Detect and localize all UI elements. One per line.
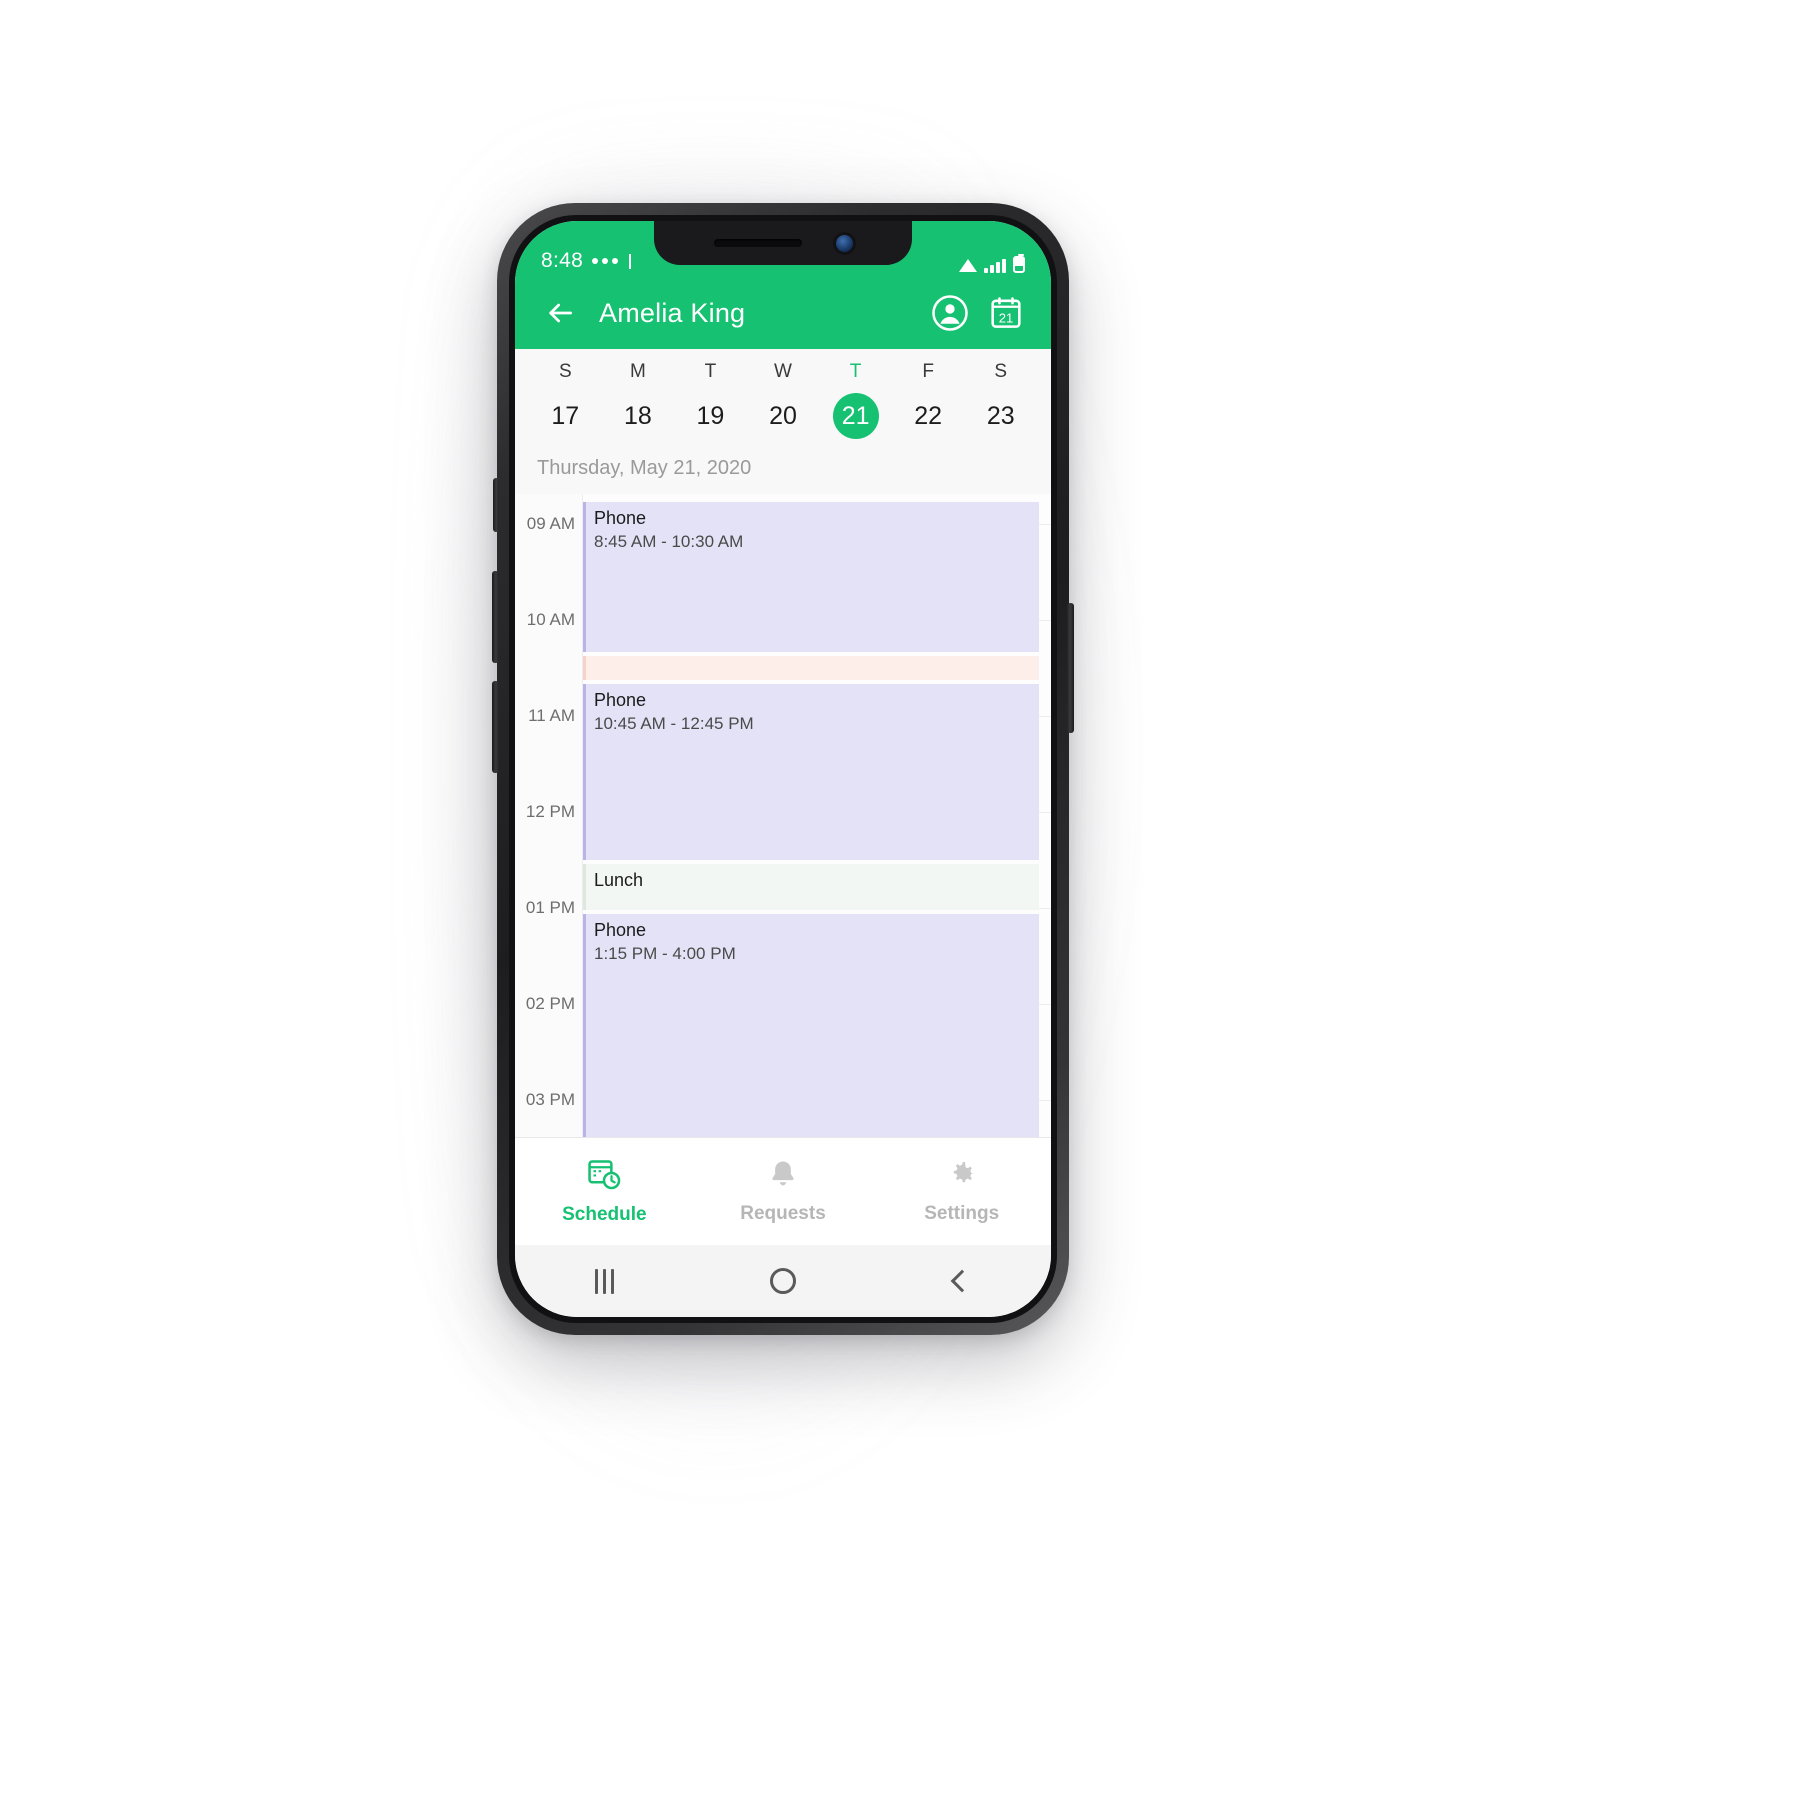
week-day-dow: T — [704, 361, 717, 382]
event-time: 8:45 AM - 10:30 AM — [594, 531, 744, 551]
gear-icon — [946, 1158, 978, 1195]
android-system-bar — [515, 1245, 1051, 1317]
event-title: Lunch — [594, 870, 644, 890]
week-day-3[interactable]: W 20 — [747, 361, 820, 439]
nav-label-requests: Requests — [740, 1203, 826, 1224]
status-time: 8:48 — [541, 249, 584, 272]
week-day-number: 17 — [551, 402, 580, 430]
week-day-2[interactable]: T 19 — [674, 361, 747, 439]
event-block-phone-morning[interactable]: Phone 8:45 AM - 10:30 AM — [583, 502, 1039, 652]
hour-label-09am: 09 AM — [526, 514, 575, 533]
week-day-1[interactable]: M 18 — [602, 361, 675, 439]
week-day-dow: S — [994, 361, 1008, 382]
power-button[interactable] — [1067, 603, 1074, 733]
home-icon[interactable] — [748, 1256, 818, 1306]
week-day-number: 18 — [623, 402, 652, 430]
phone-device-frame: 8:48 Amelia King 21 S 17 M 18 T 19 W 20 … — [492, 203, 1074, 1335]
device-notch — [654, 221, 912, 265]
back-arrow-icon[interactable] — [537, 290, 583, 336]
stage: 8:48 Amelia King 21 S 17 M 18 T 19 W 20 … — [0, 0, 1800, 1800]
nav-label-schedule: Schedule — [562, 1204, 647, 1225]
nav-item-requests[interactable]: Requests — [694, 1138, 873, 1245]
hour-label-01pm: 01 PM — [525, 898, 575, 917]
system-back-icon[interactable] — [927, 1256, 997, 1306]
week-day-0[interactable]: S 17 — [529, 361, 602, 439]
week-day-dow: S — [558, 361, 572, 382]
bottom-navigation: Schedule Requests Settings — [515, 1137, 1051, 1245]
event-title: Phone — [594, 690, 647, 710]
phone-bezel: 8:48 Amelia King 21 S 17 M 18 T 19 W 20 … — [509, 215, 1057, 1323]
front-camera-icon — [835, 234, 853, 252]
volume-up-button[interactable] — [492, 571, 499, 663]
recent-apps-icon[interactable] — [569, 1256, 639, 1306]
week-day-number: 23 — [986, 402, 1015, 430]
selected-date-label: Thursday, May 21, 2020 — [515, 447, 1051, 494]
nav-item-settings[interactable]: Settings — [872, 1138, 1051, 1245]
week-day-number: 19 — [696, 402, 725, 430]
calendar-day-number: 21 — [999, 310, 1013, 325]
app-bar-actions: 21 — [927, 290, 1029, 336]
event-block-break[interactable] — [583, 656, 1039, 680]
status-bar-right — [959, 254, 1025, 273]
agenda-timeline[interactable]: Phone 8:45 AM - 10:30 AM Phone 10:45 AM … — [515, 494, 1051, 1137]
week-day-dow: F — [922, 361, 934, 382]
calendar-21-icon[interactable]: 21 — [983, 290, 1029, 336]
event-block-phone-afternoon[interactable]: Phone 1:15 PM - 4:00 PM — [583, 914, 1039, 1137]
status-bar-left: 8:48 — [541, 249, 632, 273]
week-day-dow: W — [774, 361, 792, 382]
event-title — [586, 656, 1039, 661]
hour-label-12pm: 12 PM — [525, 802, 575, 821]
event-time: 10:45 AM - 12:45 PM — [594, 713, 754, 733]
hour-label-11am: 11 AM — [528, 706, 575, 725]
week-day-number: 21 — [832, 393, 879, 439]
bell-icon — [767, 1158, 799, 1195]
hour-label-03pm: 03 PM — [525, 1090, 575, 1109]
nav-label-settings: Settings — [924, 1203, 1000, 1224]
page-title: Amelia King — [599, 297, 746, 328]
signal-bars-icon — [984, 259, 1006, 273]
week-day-6[interactable]: S 23 — [964, 361, 1037, 439]
week-day-4-selected[interactable]: T 21 — [819, 361, 892, 439]
event-title: Phone — [594, 920, 647, 940]
week-strip: S 17 M 18 T 19 W 20 T 21 F 22 S 23 — [515, 349, 1051, 447]
status-divider-icon — [629, 253, 632, 269]
event-block-phone-midday[interactable]: Phone 10:45 AM - 12:45 PM — [583, 684, 1039, 860]
event-time: 1:15 PM - 4:00 PM — [594, 943, 736, 963]
event-block-lunch[interactable]: Lunch — [583, 864, 1039, 910]
app-bar: Amelia King 21 — [515, 277, 1051, 349]
account-circle-icon[interactable] — [927, 290, 973, 336]
week-day-5[interactable]: F 22 — [892, 361, 965, 439]
week-day-number: 20 — [769, 402, 797, 430]
phone-screen: 8:48 Amelia King 21 S 17 M 18 T 19 W 20 … — [515, 221, 1051, 1317]
wifi-icon — [959, 259, 977, 272]
battery-icon — [1013, 254, 1025, 273]
week-day-dow: T — [849, 361, 862, 382]
event-title: Phone — [594, 508, 647, 528]
hour-label-10am: 10 AM — [526, 610, 575, 629]
week-day-dow: M — [629, 361, 646, 382]
volume-down-button[interactable] — [492, 681, 499, 773]
earpiece-speaker-icon — [713, 239, 802, 247]
more-dots-icon — [592, 258, 619, 264]
silent-switch[interactable] — [493, 478, 499, 532]
nav-item-schedule[interactable]: Schedule — [515, 1138, 694, 1245]
hour-label-02pm: 02 PM — [525, 994, 575, 1013]
schedule-calendar-clock-icon — [587, 1157, 621, 1196]
week-day-number: 22 — [914, 402, 943, 430]
